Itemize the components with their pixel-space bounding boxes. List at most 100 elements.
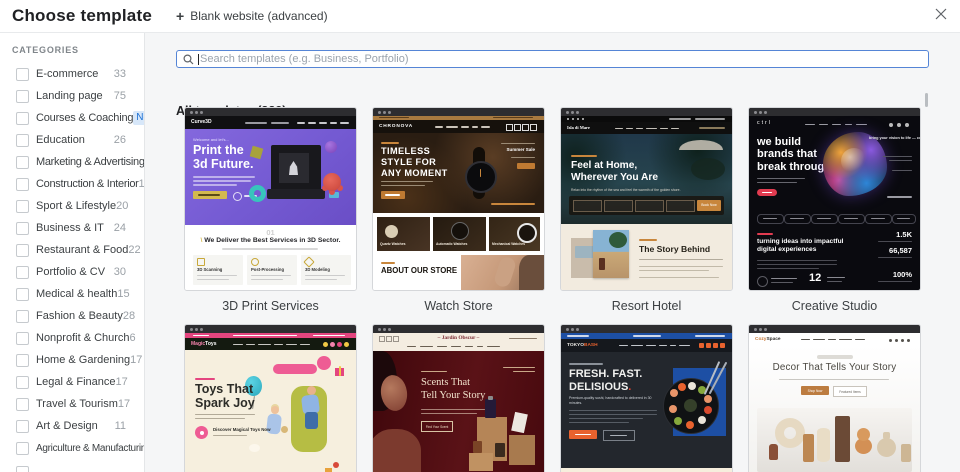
template-card-creative-studio[interactable]: ctrl we buildbrands thatbreak through <box>748 107 921 313</box>
sidebar-item-home-gardening[interactable]: Home & Gardening 17 <box>0 349 144 371</box>
close-icon[interactable] <box>930 5 952 27</box>
text-line <box>222 248 318 250</box>
sidebar-item-travel-tourism[interactable]: Travel & Tourism 17 <box>0 393 144 415</box>
contact-text: bring your vision to life — contact ctrl… <box>869 136 912 141</box>
checkbox[interactable] <box>16 376 29 389</box>
template-card-sushi[interactable]: TOKYOBASH <box>560 324 733 472</box>
sushi-piece <box>686 421 694 429</box>
blank-website-button[interactable]: + Blank website (advanced) <box>172 7 332 25</box>
category-thumb: Automatic Watches <box>433 217 486 251</box>
nav-link <box>274 344 283 345</box>
nav-link <box>286 344 297 345</box>
template-card-watch-store[interactable]: CHRONOVA TIMELESSSTYL <box>372 107 545 313</box>
sidebar-item-nonprofit-church[interactable]: Nonprofit & Church 6 <box>0 327 144 349</box>
checkbox[interactable] <box>16 112 29 125</box>
perfume-bottle <box>485 399 496 418</box>
palm-shape <box>691 158 725 180</box>
checkbox[interactable] <box>16 466 29 472</box>
checkbox[interactable] <box>16 200 29 213</box>
torus-shape <box>249 185 266 202</box>
nav-link <box>451 346 461 347</box>
site-logo: TOKYOBASH <box>567 343 598 348</box>
sidebar-item-sport-lifestyle[interactable]: Sport & Lifestyle 20 <box>0 195 144 217</box>
about-heading: ABOUT OUR STORE <box>381 266 457 275</box>
text-line <box>313 335 345 336</box>
checkbox[interactable] <box>16 266 29 279</box>
tag-pill <box>892 214 916 224</box>
template-card-decor[interactable]: CozySpace Decor That Tells Your Stor <box>748 324 921 472</box>
checkbox[interactable] <box>16 288 29 301</box>
template-card-perfume[interactable]: – Jardin Obscur – <box>372 324 545 472</box>
sidebar-item-courses-coaching[interactable]: Courses & Coaching New 8 <box>0 107 144 129</box>
sidebar-item-fashion-beauty[interactable]: Fashion & Beauty 28 <box>0 305 144 327</box>
checkbox[interactable] <box>16 134 29 147</box>
social-icon <box>713 343 718 348</box>
template-card-3d-print-services[interactable]: Curve3D Welcome and let's... Print the3d… <box>184 107 357 313</box>
section-number: 01 <box>185 228 356 237</box>
sidebar-item-medical-health[interactable]: Medical & health 15 <box>0 283 144 305</box>
checkbox[interactable] <box>16 310 29 323</box>
site-header: CozySpace <box>749 333 920 347</box>
nav-link <box>828 339 836 340</box>
checkbox[interactable] <box>16 68 29 81</box>
sidebar-item-marketing-advertising[interactable]: Marketing & Advertising 25 <box>0 151 144 173</box>
booking-bar: Book Now <box>569 196 724 215</box>
category-label: Quartz Watches <box>380 242 406 246</box>
checkbox[interactable] <box>16 398 29 411</box>
our-clients-link <box>887 196 912 198</box>
hero-heading: Decor That Tells Your Story <box>749 362 920 373</box>
text-line <box>757 264 837 265</box>
template-card-toys[interactable]: MagicToys <box>184 324 357 472</box>
checkbox[interactable] <box>16 420 29 433</box>
sidebar-item-portfolio-cv[interactable]: Portfolio & CV 30 <box>0 261 144 283</box>
checkbox[interactable] <box>16 442 29 455</box>
sidebar-item-e-commerce[interactable]: E-commerce 33 <box>0 63 144 85</box>
sidebar-item-construction-interior[interactable]: Construction & Interior 16 <box>0 173 144 195</box>
nav-link <box>845 124 852 125</box>
text-line <box>193 180 251 182</box>
sidebar-item-agriculture-manufacturing[interactable]: Agriculture & Manufacturing 9 <box>0 437 144 459</box>
template-card-resort-hotel[interactable]: Isla di Mare Feel at <box>560 107 733 313</box>
stat-divider <box>878 281 912 282</box>
sidebar-item-restaurant-food[interactable]: Restaurant & Food 22 <box>0 239 144 261</box>
sidebar-item-landing-page[interactable]: Landing page 75 <box>0 85 144 107</box>
nav-link <box>435 126 443 128</box>
site-logo: ctrl <box>757 120 772 126</box>
checkbox[interactable] <box>16 222 29 235</box>
checkbox[interactable] <box>16 156 29 169</box>
nav-link <box>832 124 841 125</box>
checkbox[interactable] <box>16 178 29 191</box>
nav-link <box>461 126 469 128</box>
category-count: 17 <box>116 376 128 388</box>
hero-heading: TIMELESSSTYLE FORANY MOMENT <box>381 146 448 179</box>
category-count: 17 <box>130 354 142 366</box>
sidebar-item-education[interactable]: Education 26 <box>0 129 144 151</box>
sidebar-item-business-it[interactable]: Business & IT 24 <box>0 217 144 239</box>
nav-link <box>805 124 815 125</box>
eyebrow-label <box>195 378 215 380</box>
tall-vase <box>835 416 850 462</box>
category-count: 33 <box>114 68 126 80</box>
pink-shape <box>273 364 317 374</box>
checkbox[interactable] <box>16 90 29 103</box>
nav-link <box>626 128 633 129</box>
sidebar-item-art-design[interactable]: Art & Design 11 <box>0 415 144 437</box>
sushi-piece <box>688 382 696 390</box>
service-icon <box>251 258 259 266</box>
stats-section: turning ideas into impactful digital exp… <box>749 226 920 290</box>
text-line <box>421 413 477 414</box>
search-input[interactable]: Search templates (e.g. Business, Portfol… <box>176 50 929 68</box>
checkbox[interactable] <box>16 332 29 345</box>
cylinder-vase <box>803 434 814 462</box>
perfume-bottle <box>473 441 482 453</box>
nav-link <box>308 122 316 124</box>
sidebar-item-partial[interactable] <box>0 461 144 472</box>
order-button <box>569 430 597 439</box>
scrollbar-thumb[interactable] <box>925 93 928 107</box>
sidebar-item-legal-finance[interactable]: Legal & Finance 17 <box>0 371 144 393</box>
tag-pill <box>811 214 838 224</box>
checkbox[interactable] <box>16 354 29 367</box>
service-label: 3D Modeling <box>305 267 330 272</box>
checkbox[interactable] <box>16 244 29 257</box>
text-line <box>567 335 589 336</box>
